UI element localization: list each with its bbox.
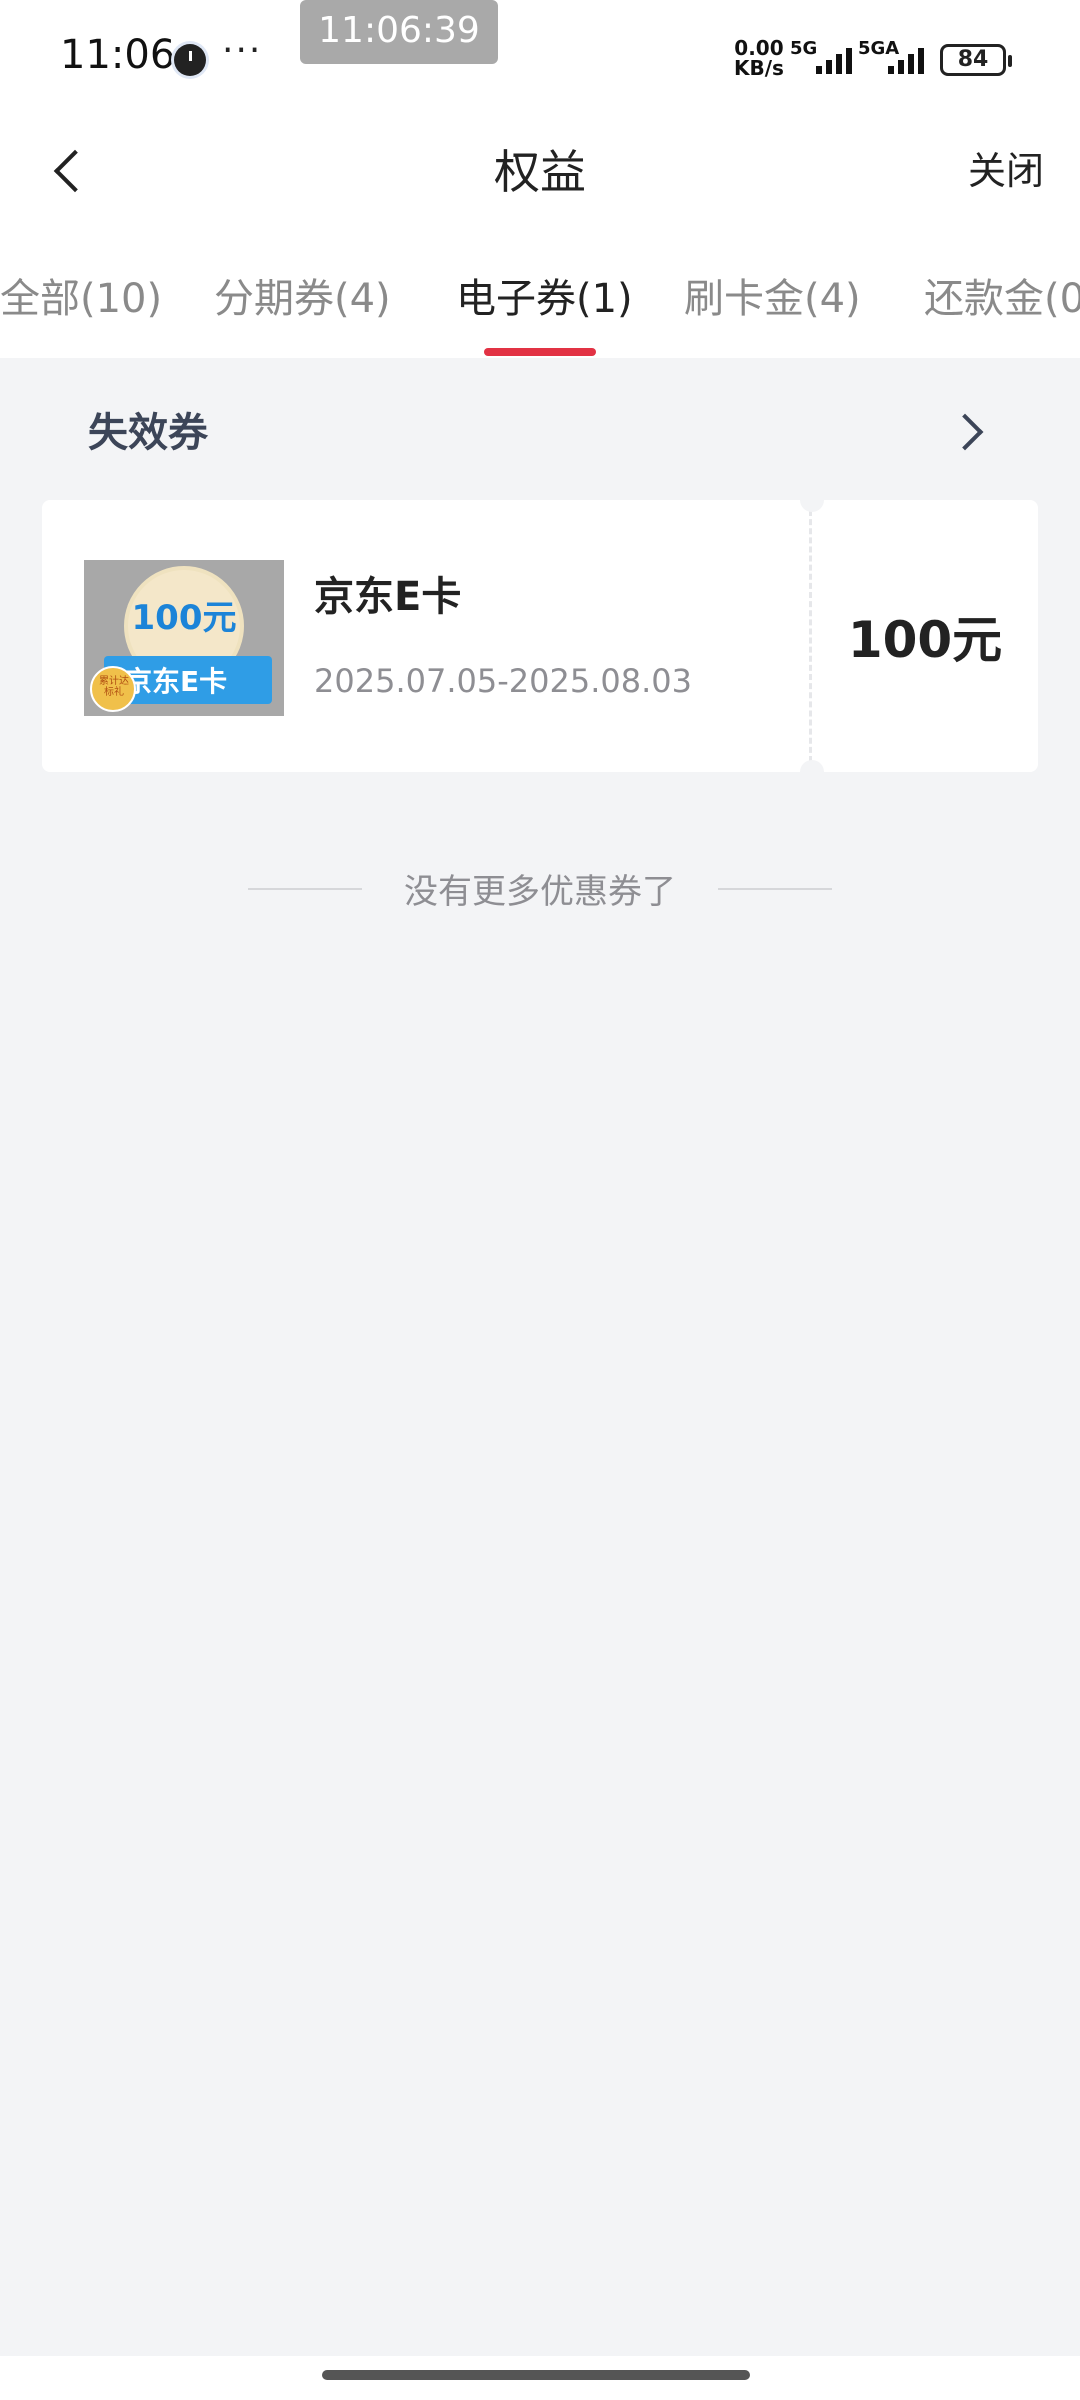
status-bar: 11:06 ··· 11:06:39 0.00 KB/s 5G 5GA 84 [0,0,1080,110]
nav-bar: 权益 关闭 [0,110,1080,230]
battery-icon: 84 [940,44,1012,76]
tab-installment-coupons[interactable]: 分期券(4) [214,266,391,324]
tab-all[interactable]: 全部(10) [0,266,162,324]
thumbnail-label: 京东E卡 [124,665,228,698]
tab-e-coupons[interactable]: 电子券(1) [456,266,633,324]
expired-coupons-header[interactable]: 失效券 [0,358,1080,498]
coupon-notch [800,760,824,784]
coupon-name: 京东E卡 [314,574,462,620]
section-title: 失效券 [88,410,208,456]
status-time: 11:06 [60,32,176,78]
coupon-divider [809,510,812,762]
network-speed-unit: KB/s [734,56,784,80]
coupon-main: 100元 京东E卡 累计达标礼 京东E卡 2025.07.05-2025.08.… [42,500,812,772]
more-icon: ··· [222,30,263,71]
coupon-card[interactable]: 100元 京东E卡 累计达标礼 京东E卡 2025.07.05-2025.08.… [42,488,1038,784]
tab-bar: 全部(10) 分期券(4) 电子券(1) 刷卡金(4) 还款金(0) [0,250,1080,358]
clock-icon [174,44,206,76]
tab-repayment-credit[interactable]: 还款金(0) [924,266,1080,324]
thumbnail-badge-text: 累计达标礼 [99,676,129,698]
network-speed-value: 0.00 [734,36,784,60]
home-indicator[interactable] [322,2370,750,2380]
page: 11:06 ··· 11:06:39 0.00 KB/s 5G 5GA 84 权… [0,0,1080,2400]
divider [718,888,832,890]
thumbnail-amount: 100元 [131,598,237,638]
page-title: 权益 [494,145,586,199]
active-tab-indicator [484,348,596,356]
coupon-value-area: 100元 [812,500,1038,772]
tab-card-cashback[interactable]: 刷卡金(4) [684,266,861,324]
signal-icon-2: 5GA [858,38,938,74]
network-speed: 0.00 KB/s [734,38,784,78]
coupon-thumbnail: 100元 京东E卡 累计达标礼 [84,560,284,716]
chevron-right-icon[interactable] [946,408,992,454]
no-more-notice: 没有更多优惠券了 [0,862,1080,912]
signal-icon: 5G [790,38,860,74]
coupon-value: 100元 [847,611,1003,669]
coupon-notch [800,488,824,512]
screenshot-time-overlay: 11:06:39 [300,0,498,64]
no-more-text: 没有更多优惠券了 [404,872,676,912]
coupon-validity: 2025.07.05-2025.08.03 [314,662,692,700]
close-button[interactable]: 关闭 [968,140,1044,195]
